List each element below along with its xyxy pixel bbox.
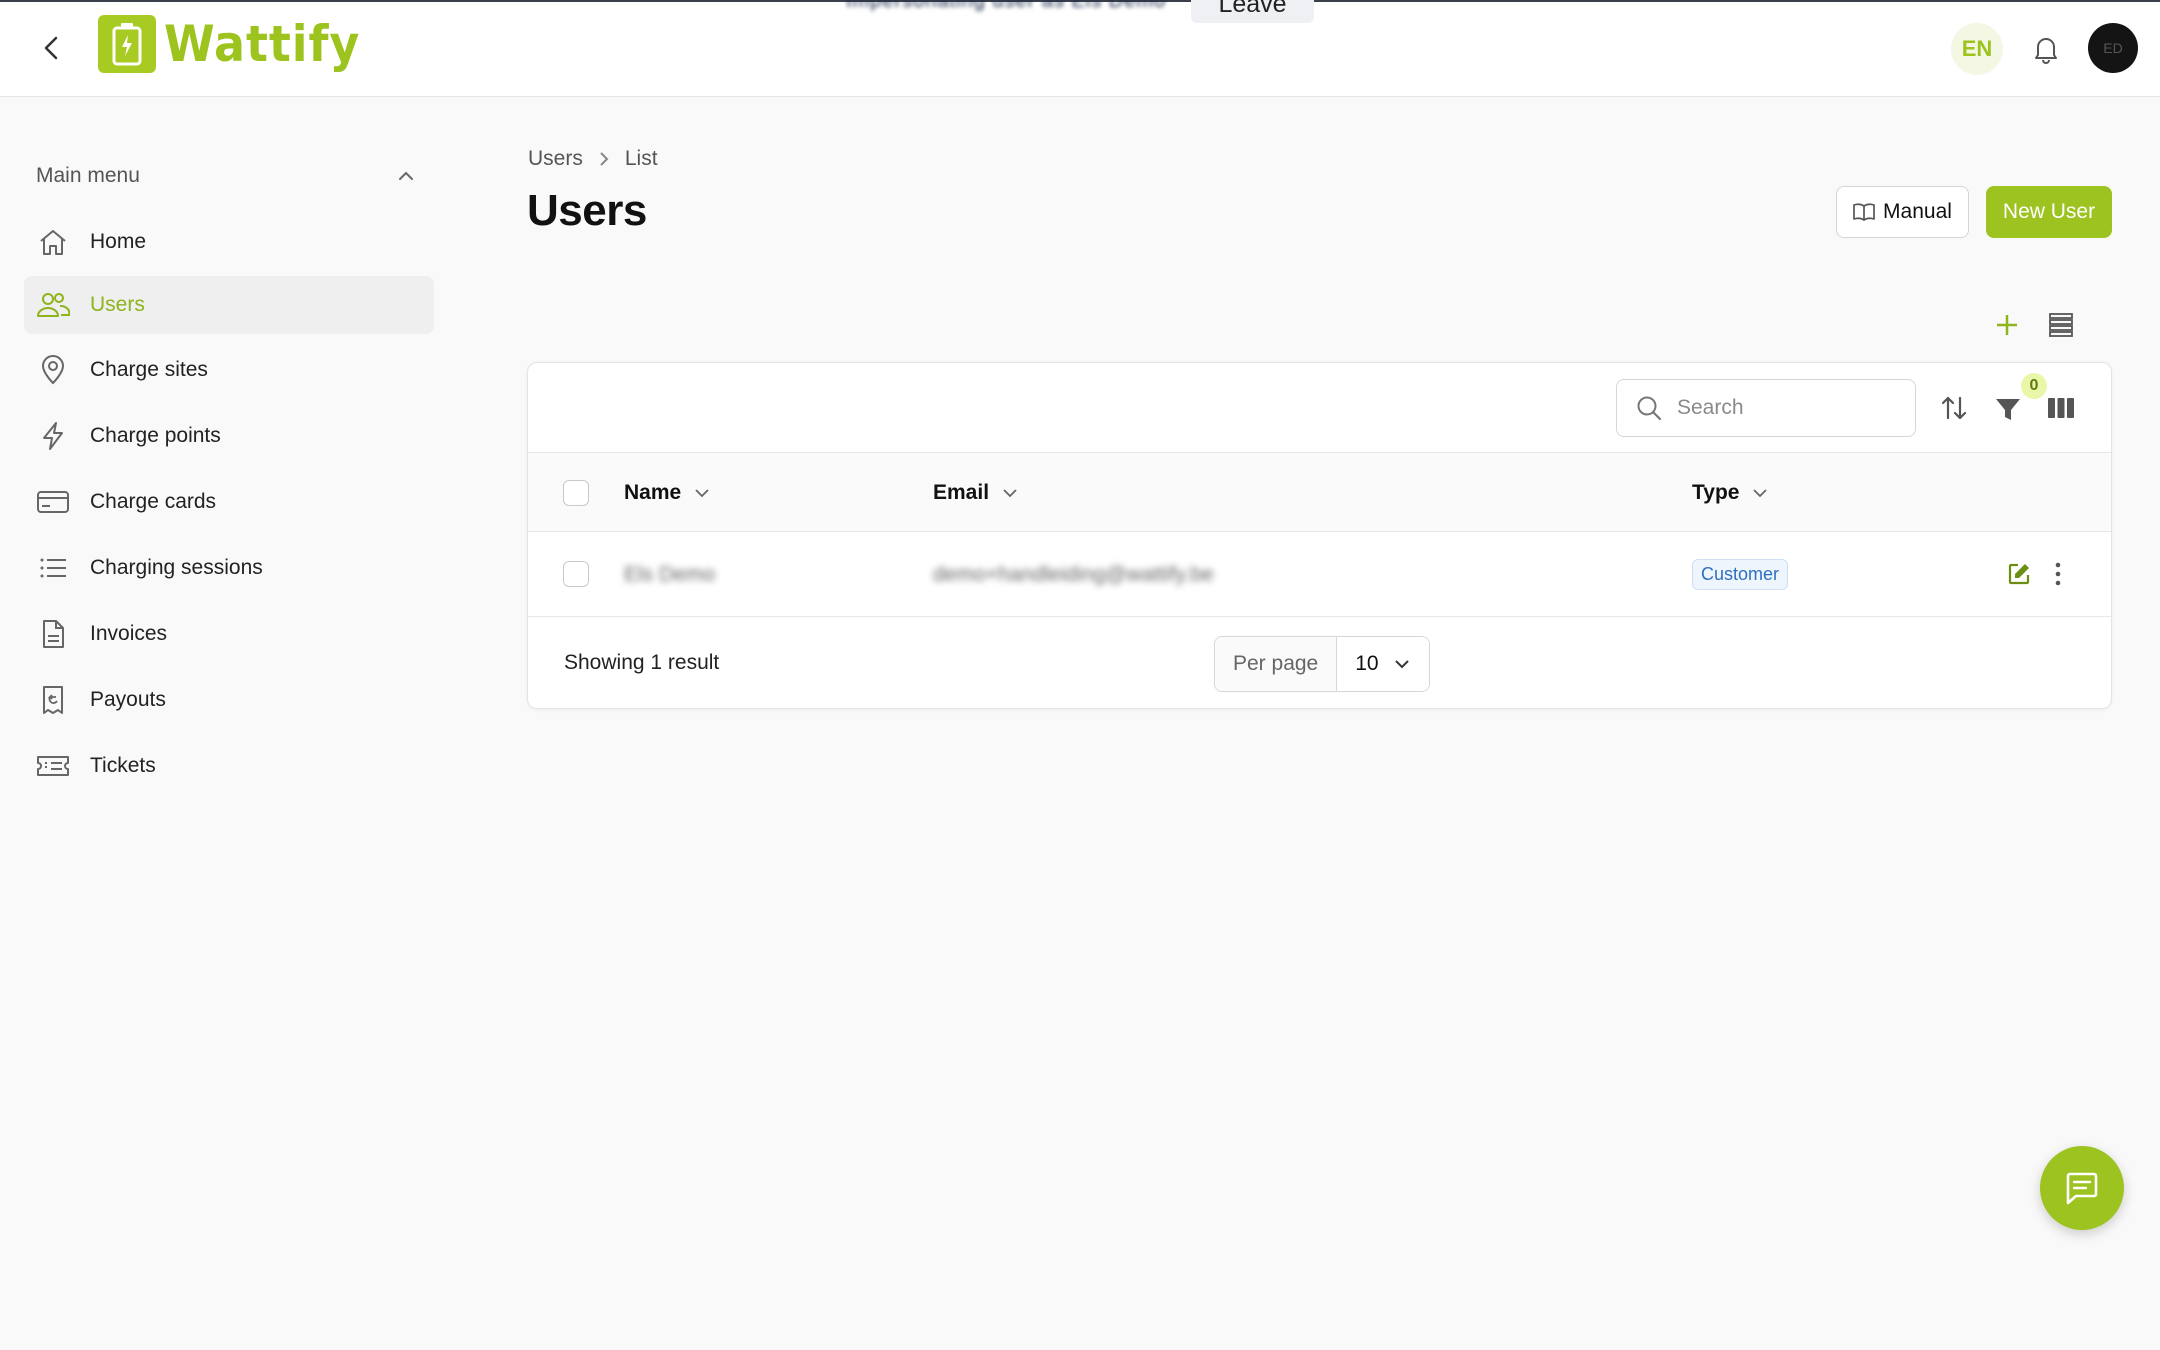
avatar[interactable]: ED [2088,23,2138,73]
manual-button[interactable]: Manual [1836,186,1969,238]
more-vertical-icon[interactable] [2050,560,2066,588]
column-header-name[interactable]: Name [624,453,711,533]
main-menu-toggle[interactable]: Main menu [36,161,416,191]
sidebar-item-charging-sessions[interactable]: Charging sessions [24,539,434,597]
search-icon [1635,394,1663,422]
impersonation-banner-text: Impersonating user as Els Demo [846,0,1167,12]
stacked-list-icon[interactable] [2045,310,2077,340]
table-row[interactable]: Els Demo demo+handleiding@wattify.be Cus… [528,532,2111,617]
battery-logo-icon [98,15,156,73]
filter-icon[interactable] [1993,393,2023,425]
book-icon [1853,202,1875,222]
chevron-down-icon [1751,484,1769,502]
sort-icon[interactable] [1939,392,1969,424]
plus-icon[interactable] [1992,310,2022,340]
app-name: Wattify [164,15,361,73]
top-bar: Impersonating user as Els Demo Leave Wat… [0,0,2160,97]
per-page-value: 10 [1355,652,1379,675]
breadcrumb-item-list: List [624,147,658,170]
column-header-label: Email [933,481,990,504]
receipt-icon [36,683,70,717]
main-menu-label: Main menu [36,164,140,187]
manual-button-label: Manual [1883,200,1952,223]
columns-icon[interactable] [2046,394,2076,422]
sidebar-item-home[interactable]: Home [24,213,434,271]
status-badge: Customer [1692,559,1789,590]
chevron-down-icon [693,484,711,502]
back-arrow-icon[interactable] [38,34,66,62]
breadcrumb-item-users[interactable]: Users [528,147,583,171]
sidebar-item-invoices[interactable]: Invoices [24,605,434,663]
user-type-cell: Customer [1692,532,1789,617]
sidebar-item-tickets[interactable]: Tickets [24,737,434,795]
per-page-select[interactable]: 10 [1337,637,1429,691]
column-header-label: Name [624,481,682,504]
user-name-cell: Els Demo [624,562,716,586]
select-all-checkbox[interactable] [563,480,589,506]
sidebar-item-charge-points[interactable]: Charge points [24,407,434,465]
per-page-label: Per page [1215,637,1338,691]
list-icon [36,551,70,585]
chevron-right-icon [597,150,611,168]
lightning-icon [36,419,70,453]
edit-icon[interactable] [2007,562,2031,586]
column-header-type[interactable]: Type [1692,453,1769,533]
sidebar-item-label: Charge points [90,424,221,447]
row-checkbox[interactable] [563,561,589,587]
users-table-card: 0 Name Email Type Els Demo demo+handleid… [527,362,2112,709]
sidebar-item-charge-sites[interactable]: Charge sites [24,341,434,399]
chevron-down-icon [1393,655,1411,673]
sidebar-item-label: Users [90,293,145,316]
sidebar-item-label: Charging sessions [90,556,263,579]
bell-icon[interactable] [2030,33,2062,65]
user-email-cell: demo+handleiding@wattify.be [933,562,1214,586]
ticket-icon [36,749,70,783]
sidebar-item-label: Charge sites [90,358,208,381]
chevron-down-icon [1001,484,1019,502]
sidebar-item-label: Invoices [90,622,168,645]
search-field[interactable] [1616,379,1916,437]
sidebar-item-payouts[interactable]: Payouts [24,671,434,729]
sidebar-item-label: Payouts [90,688,166,711]
sidebar-item-label: Tickets [90,754,156,777]
result-count: Showing 1 result [564,651,720,674]
users-icon [36,288,70,322]
per-page-control: Per page 10 [1214,636,1430,692]
language-switcher[interactable]: EN [1951,23,2003,75]
sidebar-item-label: Home [90,230,147,253]
sidebar-item-label: Charge cards [90,490,217,513]
sidebar-item-charge-cards[interactable]: Charge cards [24,473,434,531]
chat-button[interactable] [2040,1146,2124,1230]
search-input[interactable] [1677,396,1897,420]
sidebar-item-users[interactable]: Users [24,276,434,334]
column-header-email[interactable]: Email [933,453,1019,533]
app-logo[interactable]: Wattify [98,15,377,73]
credit-card-icon [36,485,70,519]
page-title: Users [527,186,647,235]
map-pin-icon [36,353,70,387]
breadcrumb: Users List [528,147,658,171]
filter-count-badge: 0 [2021,373,2047,399]
chat-bubble-icon [2062,1168,2102,1208]
document-icon [36,617,70,651]
table-header: Name Email Type [528,452,2111,532]
home-icon [36,225,70,259]
table-footer: Showing 1 result Per page 10 [528,617,2111,709]
new-user-button[interactable]: New User [1986,186,2112,238]
chevron-up-icon [396,166,416,186]
column-header-label: Type [1692,481,1740,504]
leave-impersonation-button[interactable]: Leave [1191,0,1314,23]
